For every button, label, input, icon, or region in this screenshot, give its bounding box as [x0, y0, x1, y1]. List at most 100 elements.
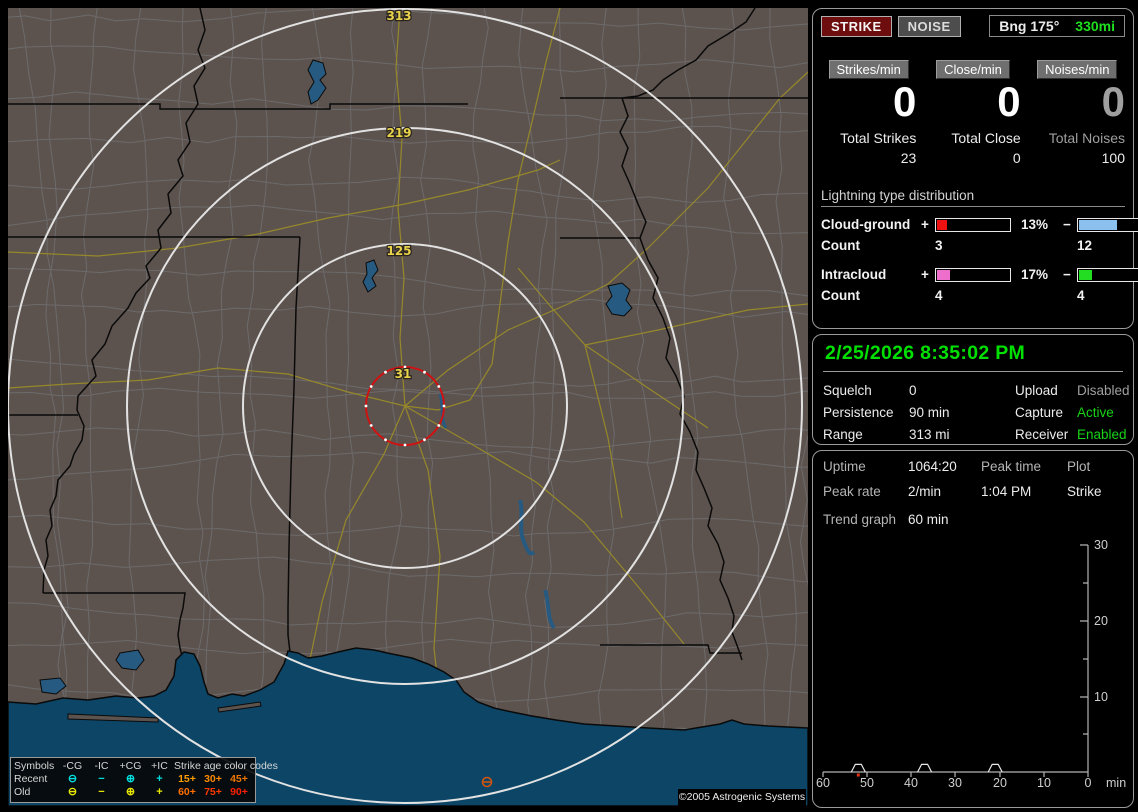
legend-header-pos-ic: +IC	[151, 760, 168, 772]
peak-time-value: 1:04 PM	[981, 484, 1032, 499]
strikes-per-min-column: Strikes/min 0 Total Strikes 23	[821, 60, 916, 166]
plus-sign: +	[921, 267, 929, 282]
ic-plus-bar	[935, 267, 1011, 282]
strike-stats-panel: STRIKE NOISE Bng 175° 330mi Strikes/min …	[812, 8, 1138, 329]
ic-plus-pct: 17%	[1021, 267, 1049, 282]
count-label: Count	[821, 288, 860, 303]
circle-plus-icon: ⊕	[125, 786, 136, 798]
range-value: 313 mi	[909, 427, 950, 442]
ring-label-125: 125	[386, 244, 411, 258]
uptime-value: 1064:20	[908, 459, 957, 474]
datetime-display: 2/25/2026 8:35:02 PM	[823, 341, 1123, 372]
circle-plus-icon: ⊕	[125, 773, 136, 785]
total-strikes-value: 23	[900, 150, 917, 166]
total-close-label: Total Close	[951, 130, 1021, 146]
svg-text:0: 0	[1085, 776, 1092, 790]
peak-rate-label: Peak rate	[823, 484, 881, 499]
legend-recent-label: Recent	[14, 773, 48, 785]
svg-text:10: 10	[1094, 690, 1108, 704]
circle-minus-icon: ⊖	[67, 773, 78, 785]
ic-plus-count: 4	[935, 288, 943, 303]
ic-minus-bar-fill	[1079, 269, 1092, 280]
peak-rate-value: 2/min	[908, 484, 942, 499]
bearing-readout: Bng 175° 330mi	[989, 15, 1125, 37]
squelch-label: Squelch	[823, 383, 872, 398]
noises-per-min-value: 0	[1101, 78, 1125, 125]
upload-status: Disabled	[1077, 383, 1130, 398]
ring-label-31: 31	[395, 367, 412, 381]
ring-label-313: 313	[386, 9, 411, 23]
legend-header-neg-cg: -CG	[62, 760, 83, 772]
cg-minus-count: 12	[1077, 238, 1093, 253]
legend-old-label: Old	[14, 786, 31, 798]
close-per-min-value: 0	[997, 78, 1021, 125]
cloud-ground-label: Cloud-ground	[821, 217, 911, 232]
strike-legend: Symbols -CG -IC +CG +IC Strike age color…	[10, 757, 278, 803]
plus-icon: +	[156, 773, 163, 785]
svg-text:50: 50	[860, 776, 874, 790]
strikes-per-min-button[interactable]: Strikes/min	[828, 60, 909, 79]
legend-header-pos-cg: +CG	[119, 760, 142, 772]
map-canvas: 313 219 125 31	[8, 8, 808, 806]
close-per-min-column: Close/min 0 Total Close 0	[925, 60, 1021, 166]
receiver-label: Receiver	[1015, 427, 1069, 442]
trend-axes	[822, 544, 1089, 777]
total-noises-label: Total Noises	[1048, 130, 1125, 146]
lightning-distribution: Lightning type distribution Cloud-ground…	[821, 188, 1138, 303]
x-unit-label: min	[1106, 776, 1126, 790]
cg-minus-bar-fill	[1079, 219, 1118, 230]
svg-text:10: 10	[1037, 776, 1051, 790]
bearing-label: Bng 175°	[999, 18, 1060, 34]
total-strikes-label: Total Strikes	[840, 130, 917, 146]
copyright-notice: ©2005 Astrogenic Systems	[678, 789, 806, 806]
circle-minus-icon: ⊖	[67, 786, 78, 798]
cg-plus-bar	[935, 217, 1011, 232]
strikes-per-min-value: 0	[892, 78, 917, 125]
cg-plus-count: 3	[935, 238, 943, 253]
distribution-title: Lightning type distribution	[821, 188, 1125, 207]
receiver-status: Enabled	[1077, 427, 1127, 442]
svg-text:60: 60	[816, 776, 830, 790]
age-15: 15+	[178, 773, 196, 785]
plot-value: Strike	[1067, 484, 1102, 499]
total-close-value: 0	[1012, 150, 1021, 166]
age-90: 90+	[230, 786, 248, 798]
peak-time-label: Peak time	[981, 459, 1042, 474]
intracloud-label: Intracloud	[821, 267, 887, 282]
strike-map[interactable]: 313 219 125 31 Symbols -CG -IC +CG +IC S…	[8, 8, 808, 806]
svg-text:20: 20	[993, 776, 1007, 790]
ic-plus-bar-fill	[937, 269, 950, 280]
minus-sign: −	[1063, 217, 1071, 232]
trend-tick-labels: 60 50 40 30 20 10 0 min 30 20 10	[816, 538, 1126, 790]
age-60: 60+	[178, 786, 196, 798]
capture-status: Active	[1077, 405, 1114, 420]
range-label: Range	[823, 427, 863, 442]
svg-text:30: 30	[948, 776, 962, 790]
squelch-value: 0	[909, 383, 917, 398]
svg-text:30: 30	[1094, 538, 1108, 552]
close-per-min-button[interactable]: Close/min	[936, 60, 1010, 79]
age-30: 30+	[204, 773, 222, 785]
noise-mode-button[interactable]: NOISE	[897, 15, 961, 37]
legend-symbols-label: Symbols	[14, 760, 55, 772]
trend-graph-label: Trend graph	[823, 512, 897, 527]
total-noises-value: 100	[1101, 150, 1125, 166]
persistence-value: 90 min	[909, 405, 950, 420]
trend-panel: Uptime 1064:20 Peak time Plot Peak rate …	[812, 450, 1134, 808]
noises-per-min-button[interactable]: Noises/min	[1037, 60, 1118, 79]
nexstorm-window: 313 219 125 31 Symbols -CG -IC +CG +IC S…	[0, 0, 1138, 812]
svg-text:40: 40	[904, 776, 918, 790]
age-75: 75+	[204, 786, 222, 798]
legend-age-title: Strike age color codes	[174, 760, 278, 772]
plot-label: Plot	[1067, 459, 1091, 474]
upload-label: Upload	[1015, 383, 1058, 398]
cg-minus-bar	[1077, 217, 1138, 232]
legend-header-neg-ic: -IC	[94, 760, 109, 772]
plus-icon: +	[156, 786, 163, 798]
strike-mode-button[interactable]: STRIKE	[821, 15, 892, 37]
plus-sign: +	[921, 217, 929, 232]
minus-sign: −	[1063, 267, 1071, 282]
capture-label: Capture	[1015, 405, 1064, 420]
minus-icon: −	[98, 773, 105, 785]
age-45: 45+	[230, 773, 248, 785]
